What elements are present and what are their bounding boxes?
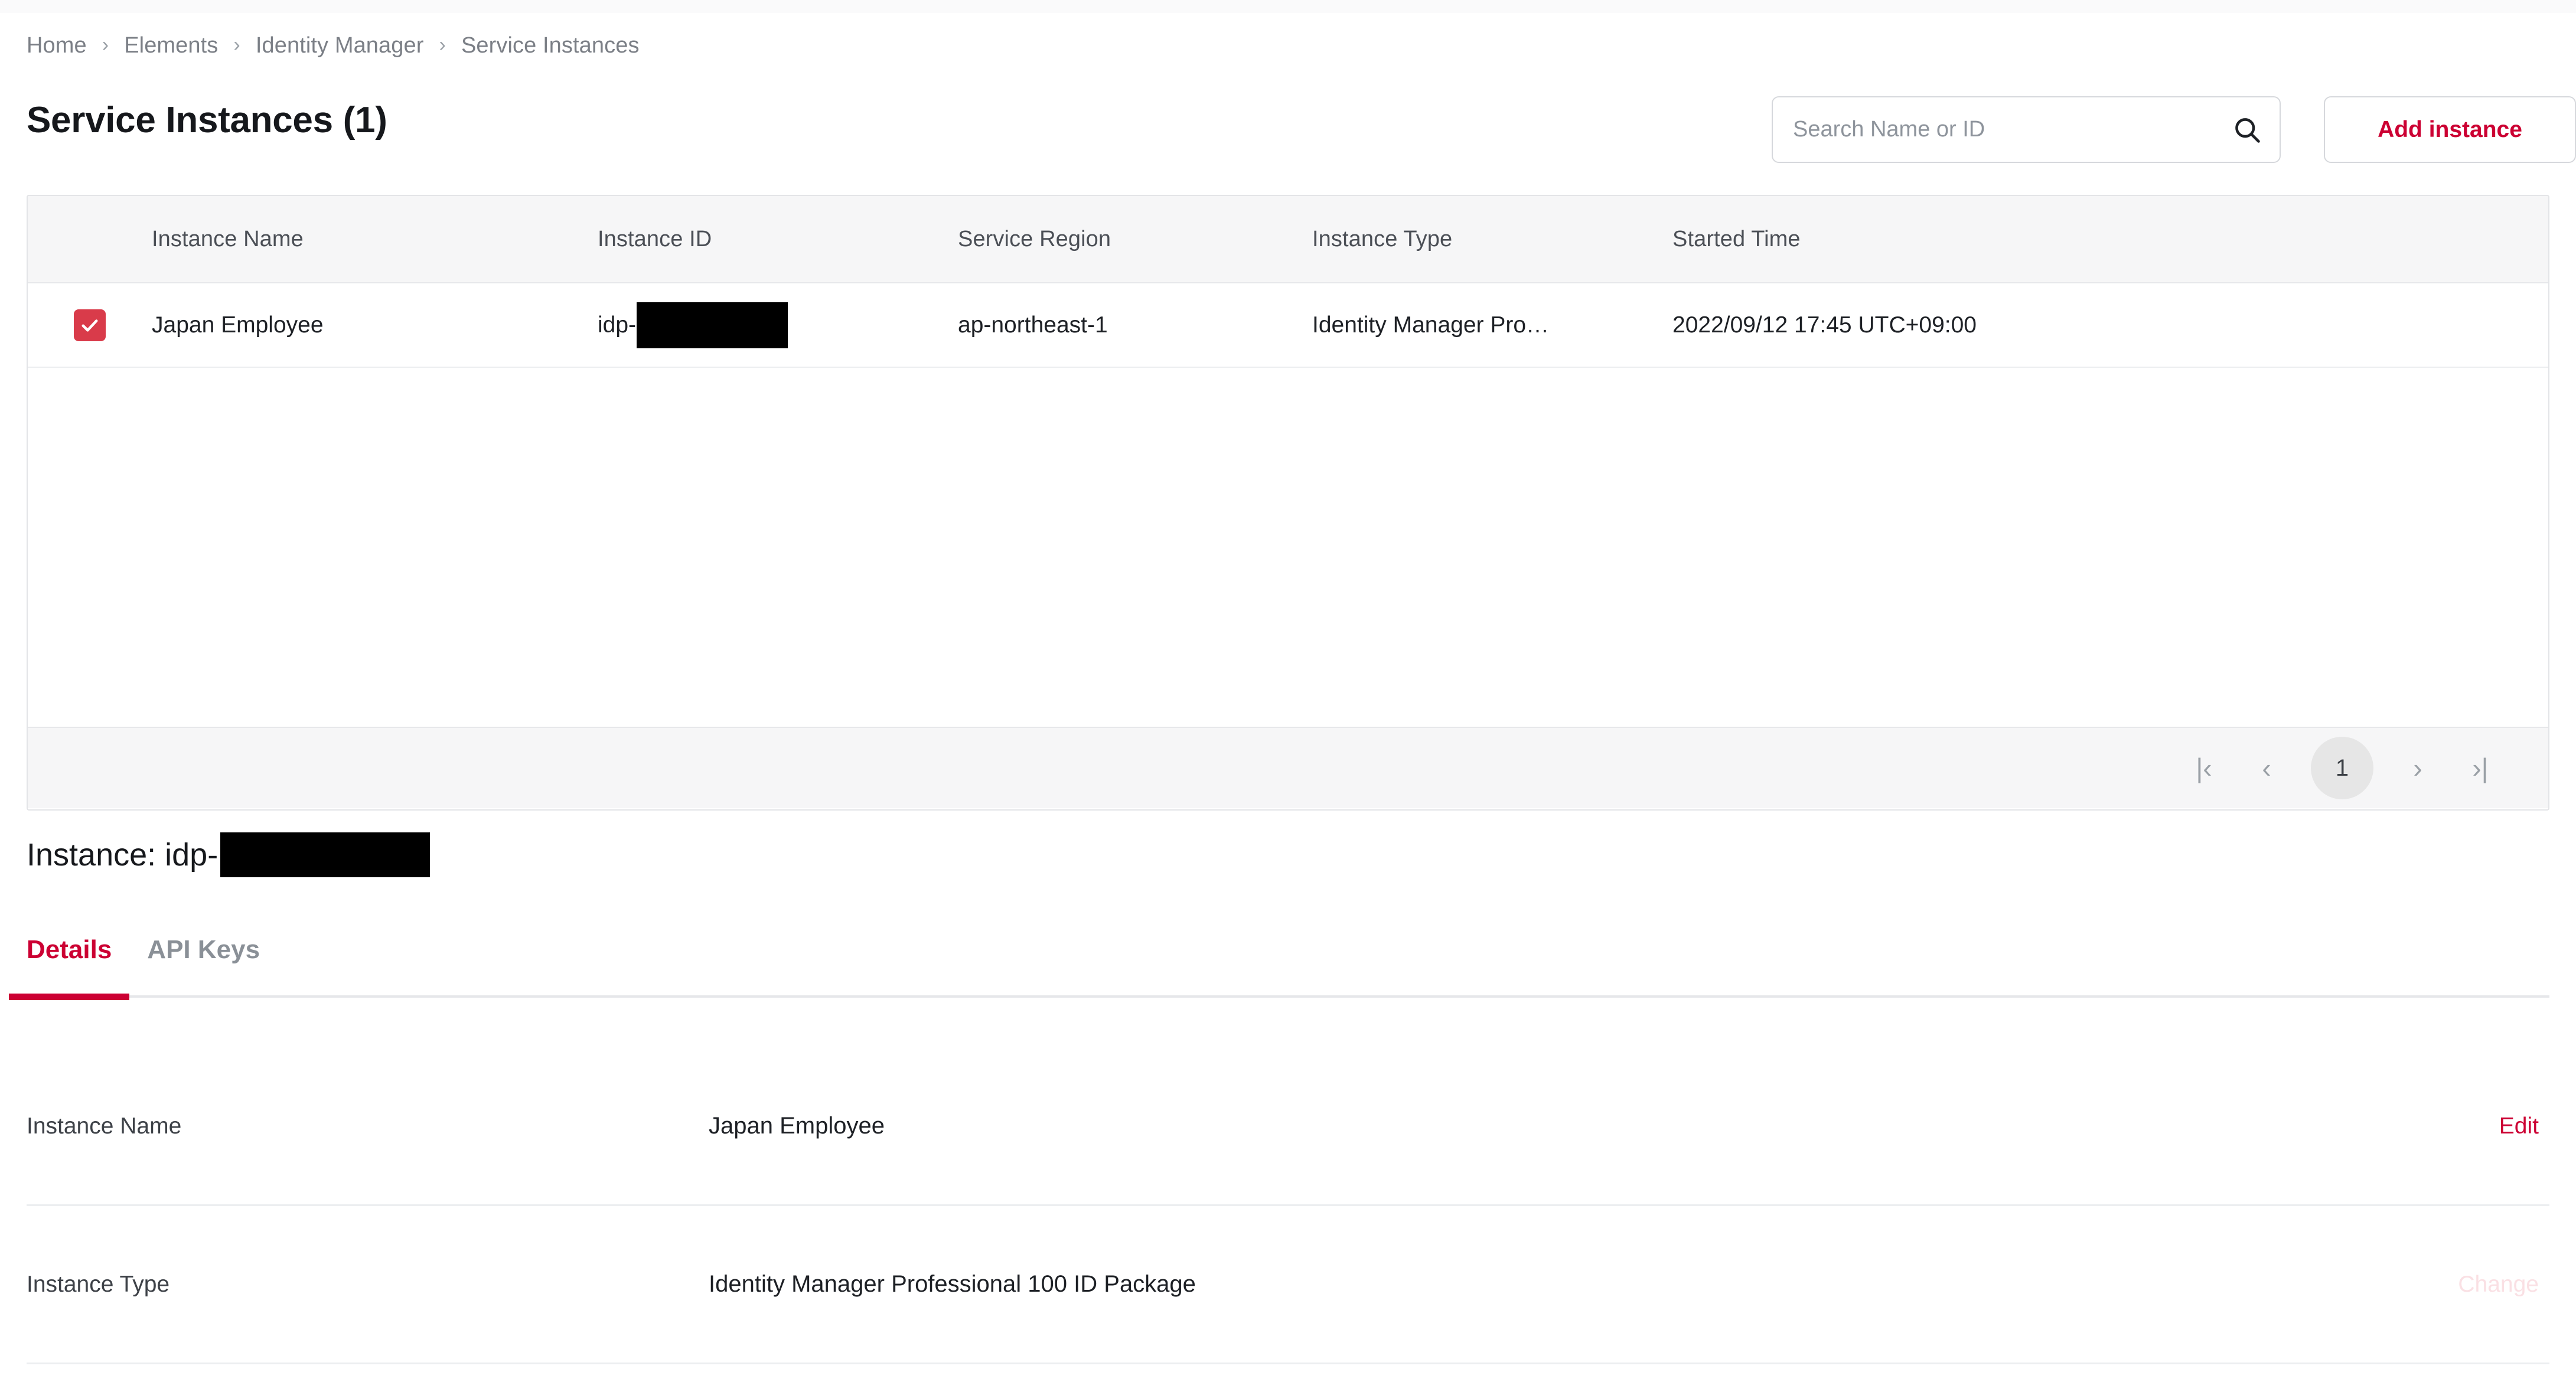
table-header-instance-id: Instance ID xyxy=(598,226,712,251)
page-title: Service Instances (1) xyxy=(27,100,387,141)
cell-instance-type: Identity Manager Pro… xyxy=(1312,312,1550,338)
edit-instance-name-link[interactable]: Edit xyxy=(2355,1113,2549,1139)
search-icon[interactable] xyxy=(2215,97,2280,162)
table-header-instance-name: Instance Name xyxy=(152,226,304,251)
table-empty-area xyxy=(28,368,2548,727)
pagination-current-page[interactable]: 1 xyxy=(2311,737,2373,799)
table-header-service-region: Service Region xyxy=(958,226,1111,251)
detail-label-instance-name: Instance Name xyxy=(27,1113,182,1139)
instance-id-prefix: idp- xyxy=(598,312,637,338)
page-header: Service Instances (1) Add instance xyxy=(27,83,2576,165)
breadcrumb-item-identity-manager[interactable]: Identity Manager xyxy=(256,33,424,58)
instance-tabs: Details API Keys xyxy=(9,933,2549,1000)
cell-instance-id: idp- xyxy=(598,302,958,348)
tab-api-keys[interactable]: API Keys xyxy=(129,933,278,998)
table-header-row: Instance Name Instance ID Service Region… xyxy=(28,196,2548,283)
breadcrumb-separator-icon: › xyxy=(233,34,240,56)
pagination: |‹ ‹ 1 › ›| xyxy=(2173,737,2512,799)
pagination-next-page-icon[interactable]: › xyxy=(2386,737,2449,799)
table-row[interactable]: Japan Employee idp- ap-northeast-1 Ident… xyxy=(28,283,2548,368)
add-instance-button[interactable]: Add instance xyxy=(2324,96,2576,163)
change-instance-type-link: Change xyxy=(2458,1271,2539,1297)
instance-heading-prefix: Instance: idp- xyxy=(27,837,219,873)
detail-label-instance-type: Instance Type xyxy=(27,1271,170,1297)
service-instances-page: Home › Elements › Identity Manager › Ser… xyxy=(0,0,2576,1382)
instance-heading: Instance: idp- xyxy=(27,831,431,878)
breadcrumb-separator-icon: › xyxy=(439,34,446,56)
service-instances-table: Instance Name Instance ID Service Region… xyxy=(27,195,2549,811)
instance-id-redaction-bar xyxy=(637,302,788,348)
table-header-instance-type: Instance Type xyxy=(1312,226,1453,251)
table-footer: |‹ ‹ 1 › ›| xyxy=(28,727,2548,808)
breadcrumb-item-service-instances: Service Instances xyxy=(461,32,640,58)
breadcrumb-item-elements[interactable]: Elements xyxy=(124,33,218,58)
cell-service-region: ap-northeast-1 xyxy=(958,312,1108,338)
breadcrumb: Home › Elements › Identity Manager › Ser… xyxy=(27,30,640,61)
row-select-cell xyxy=(28,309,152,341)
breadcrumb-item-home[interactable]: Home xyxy=(27,33,87,58)
search-input[interactable] xyxy=(1773,97,2215,162)
pagination-prev-page-icon[interactable]: ‹ xyxy=(2235,737,2298,799)
search-box[interactable] xyxy=(1772,96,2281,163)
cell-instance-name: Japan Employee xyxy=(152,312,324,338)
pagination-last-page-icon[interactable]: ›| xyxy=(2449,737,2512,799)
cell-started-time: 2022/09/12 17:45 UTC+09:00 xyxy=(1672,312,1977,338)
row-checkbox-checked[interactable] xyxy=(74,309,106,341)
table-header-started-time: Started Time xyxy=(1672,226,1801,251)
detail-row-instance-name: Instance Name Japan Employee Edit xyxy=(27,1048,2549,1206)
detail-value-instance-name: Japan Employee xyxy=(709,1113,885,1139)
instance-heading-redaction-bar xyxy=(220,832,431,877)
detail-value-instance-type: Identity Manager Professional 100 ID Pac… xyxy=(709,1271,1196,1297)
breadcrumb-separator-icon: › xyxy=(102,34,109,56)
tab-details[interactable]: Details xyxy=(9,933,130,1000)
pagination-first-page-icon[interactable]: |‹ xyxy=(2173,737,2235,799)
detail-row-instance-type: Instance Type Identity Manager Professio… xyxy=(27,1206,2549,1364)
top-strip xyxy=(0,0,2576,13)
